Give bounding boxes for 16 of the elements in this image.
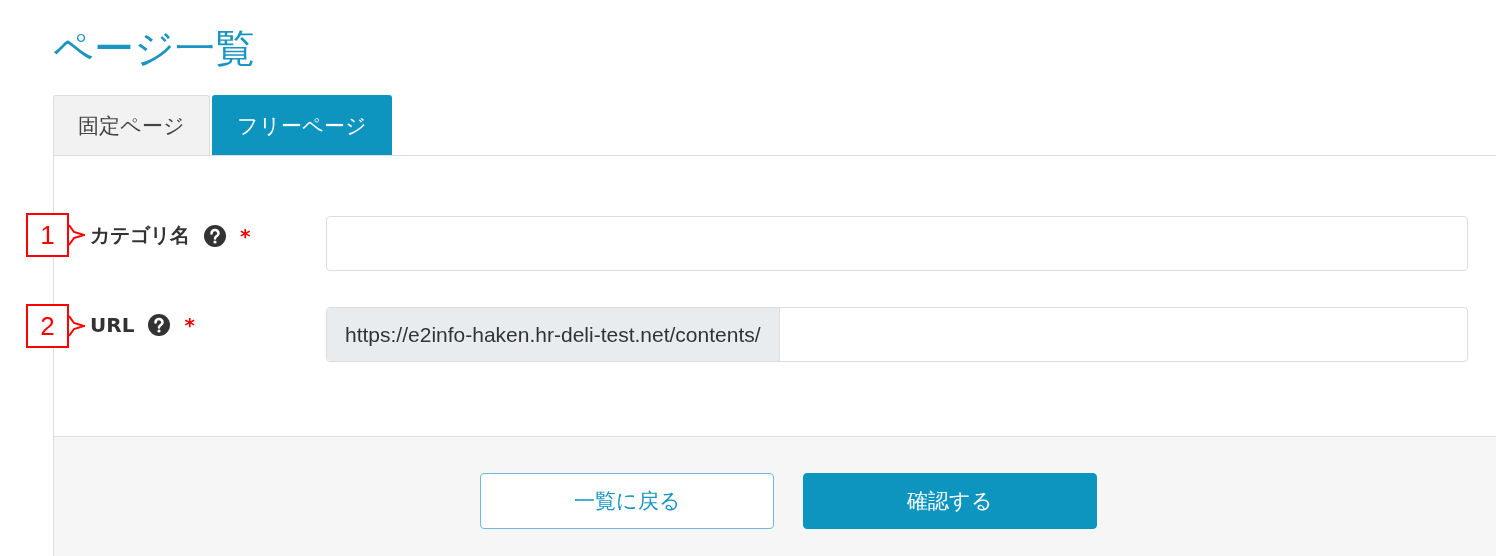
required-mark: * xyxy=(240,223,251,248)
tab[interactable]: フリーページ xyxy=(212,95,392,155)
field-label: カテゴリ名 xyxy=(90,222,190,249)
help-icon[interactable] xyxy=(148,314,171,336)
help-icon[interactable] xyxy=(204,224,226,247)
field-label: URL xyxy=(90,313,135,337)
input-field[interactable] xyxy=(326,216,1468,271)
callout-number: 1 xyxy=(26,213,69,257)
back-button[interactable]: 一覧に戻る xyxy=(480,473,774,529)
tab[interactable]: 固定ページ xyxy=(53,95,210,155)
url-field[interactable]: https://e2info-haken.hr-deli-test.net/contents/ xyxy=(326,307,1468,362)
page-title: ページ一覧 xyxy=(52,24,256,73)
callout-number: 2 xyxy=(26,304,69,348)
confirm-button[interactable]: 確認する xyxy=(803,473,1097,529)
required-mark: * xyxy=(184,313,195,337)
url-prefix: https://e2info-haken.hr-deli-test.net/contents/ xyxy=(327,308,780,361)
